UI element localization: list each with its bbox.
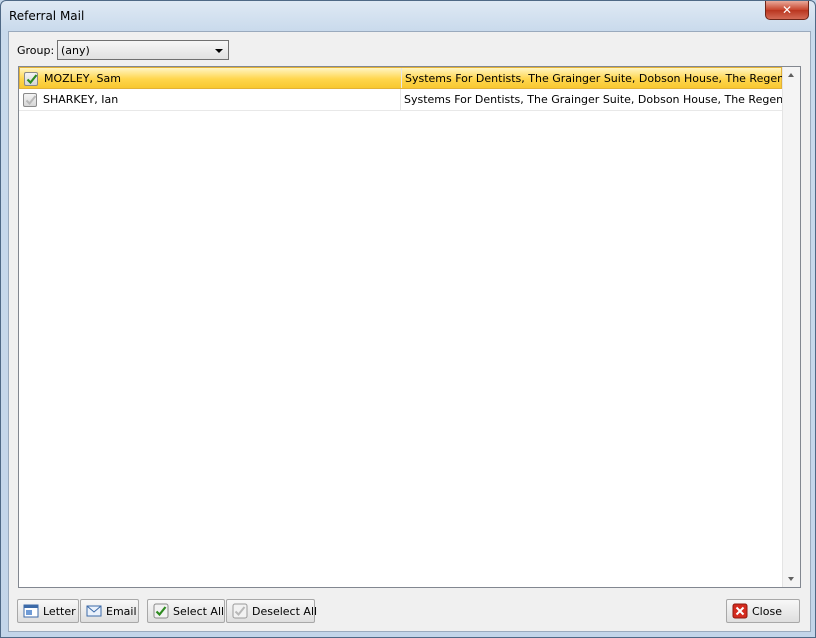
letter-button-label: Letter [43, 604, 76, 618]
check-icon [153, 603, 169, 619]
deselect-all-label: Deselect All [252, 604, 318, 618]
select-all-label: Select All [173, 604, 225, 618]
column-divider [401, 68, 402, 88]
referral-mail-window: Referral Mail ✕ Group: (any) MOZLEY, Sam… [0, 0, 816, 638]
group-label: Group: [17, 44, 55, 57]
dialog-client-area: Group: (any) MOZLEY, Sam Systems For Den… [8, 31, 811, 632]
vertical-scrollbar[interactable] [782, 67, 800, 587]
scroll-up-icon[interactable] [788, 73, 794, 77]
row-address: Systems For Dentists, The Grainger Suite… [404, 93, 788, 106]
check-icon [25, 95, 37, 105]
deselect-all-button[interactable]: Deselect All [226, 599, 318, 623]
referrer-list[interactable]: MOZLEY, Sam Systems For Dentists, The Gr… [18, 66, 801, 588]
close-button[interactable]: Close [726, 599, 800, 623]
email-button-label: Email [106, 604, 137, 618]
row-checkbox[interactable] [24, 72, 38, 86]
table-row[interactable]: SHARKEY, Ian Systems For Dentists, The G… [19, 89, 787, 111]
group-dropdown[interactable]: (any) [57, 40, 229, 60]
uncheck-icon [232, 603, 248, 619]
select-all-button[interactable]: Select All [147, 599, 225, 623]
email-button[interactable]: Email [80, 599, 139, 623]
row-name: MOZLEY, Sam [44, 72, 121, 85]
row-address: Systems For Dentists, The Grainger Suite… [405, 72, 789, 85]
letter-icon [23, 604, 39, 618]
close-icon [732, 603, 748, 619]
letter-button[interactable]: Letter [17, 599, 79, 623]
window-title: Referral Mail [9, 9, 85, 23]
check-icon [26, 74, 38, 85]
chevron-down-icon [215, 49, 223, 53]
scroll-down-icon[interactable] [788, 577, 794, 581]
row-name: SHARKEY, Ian [43, 93, 119, 106]
close-button-label: Close [752, 604, 782, 618]
table-row[interactable]: MOZLEY, Sam Systems For Dentists, The Gr… [19, 67, 788, 89]
window-close-button[interactable]: ✕ [765, 1, 809, 20]
group-dropdown-value: (any) [61, 44, 90, 57]
referrer-rows: MOZLEY, Sam Systems For Dentists, The Gr… [19, 67, 788, 111]
email-icon [86, 605, 102, 617]
column-divider [400, 89, 401, 110]
row-checkbox[interactable] [23, 93, 37, 107]
